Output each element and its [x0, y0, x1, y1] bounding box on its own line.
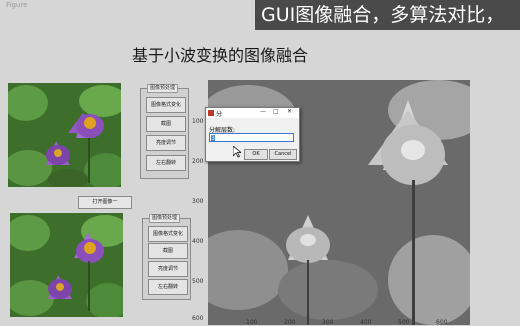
panel-title: 图像预处理 [149, 214, 181, 223]
flip-button[interactable]: 左右翻转 [146, 155, 186, 171]
y-tick-label: 400 [192, 238, 204, 245]
matlab-icon [208, 110, 214, 116]
image-one-preview [8, 83, 121, 187]
dialog-title: 分 [216, 111, 223, 118]
flip-button[interactable]: 左右翻转 [148, 279, 188, 295]
input-value: 3 [211, 135, 215, 142]
preprocess-panel-2: 图像预处理 图像格式变化 截图 亮度调节 左右翻转 [142, 214, 191, 300]
lotus-photo-color-2 [10, 213, 123, 317]
video-caption-banner: GUI图像融合，多算法对比， [255, 0, 520, 30]
open-image-one-button[interactable]: 打开图像一 [78, 196, 132, 209]
crop-button[interactable]: 截图 [148, 243, 188, 259]
close-icon[interactable]: ✕ [287, 108, 292, 115]
ok-button[interactable]: OK [244, 149, 268, 160]
mouse-cursor-icon [233, 146, 241, 158]
image-two-preview [10, 213, 123, 317]
cancel-button[interactable]: Cancel [269, 149, 297, 160]
minimize-icon[interactable]: — [260, 108, 266, 115]
preprocess-panel-1: 图像预处理 图像格式变化 截图 亮度调节 左右翻转 [140, 84, 189, 179]
lotus-photo-color [8, 83, 121, 187]
dialog-title-bar[interactable]: 分 — □ ✕ [206, 108, 299, 118]
format-change-button[interactable]: 图像格式变化 [148, 226, 188, 242]
y-tick-label: 100 [192, 118, 204, 125]
y-tick-label: 600 [192, 315, 204, 322]
brightness-button[interactable]: 亮度调节 [148, 261, 188, 277]
window-title: Figure [6, 1, 28, 9]
maximize-icon[interactable]: □ [273, 108, 279, 115]
format-change-button[interactable]: 图像格式变化 [146, 97, 186, 113]
y-tick-label: 200 [192, 158, 204, 165]
y-tick-label: 300 [192, 198, 204, 205]
page-title: 基于小波变换的图像融合 [132, 46, 309, 65]
decomposition-level-input[interactable]: 3 [209, 133, 294, 142]
crop-button[interactable]: 截图 [146, 116, 186, 132]
panel-title: 图像预处理 [147, 84, 179, 93]
y-tick-label: 500 [192, 278, 204, 285]
decomposition-level-dialog: 分 — □ ✕ 分解层数: 3 OK Cancel [205, 107, 300, 162]
brightness-button[interactable]: 亮度调节 [146, 135, 186, 151]
